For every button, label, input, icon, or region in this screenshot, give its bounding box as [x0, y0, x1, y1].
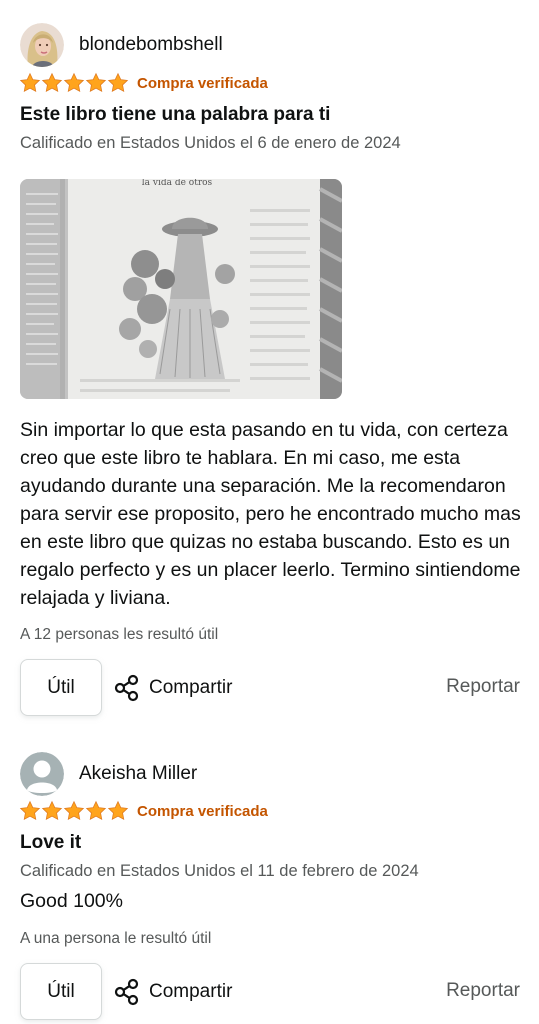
report-link[interactable]: Reportar	[446, 980, 520, 1002]
helpful-button[interactable]: Útil	[20, 963, 102, 1020]
helpful-count: A una persona le resultó útil	[20, 930, 212, 947]
report-link[interactable]: Reportar	[446, 676, 520, 698]
verified-purchase-badge[interactable]: Compra verificada	[137, 75, 268, 92]
star-rating	[19, 72, 129, 94]
star-icon	[85, 800, 107, 822]
share-icon	[113, 674, 141, 702]
star-icon	[41, 800, 63, 822]
reviewer-name[interactable]: blondebombshell	[79, 34, 223, 56]
review-actions: Útil Compartir Reportar	[0, 659, 539, 717]
star-icon	[41, 72, 63, 94]
share-label: Compartir	[149, 677, 233, 698]
helpful-button[interactable]: Útil	[20, 659, 102, 716]
review-author[interactable]: blondebombshell	[20, 23, 223, 67]
star-icon	[63, 72, 85, 94]
review-date: Calificado en Estados Unidos el 6 de ene…	[20, 134, 401, 152]
review-actions: Útil Compartir Reportar	[0, 963, 539, 1021]
review-author[interactable]: Akeisha Miller	[20, 752, 197, 796]
review-title: Love it	[20, 832, 82, 853]
star-icon	[107, 800, 129, 822]
verified-purchase-badge[interactable]: Compra verificada	[137, 803, 268, 820]
helpful-count: A 12 personas les resultó útil	[20, 626, 219, 643]
share-icon	[113, 978, 141, 1006]
review-photo[interactable]: la vida de otros	[20, 179, 342, 399]
rating-row: Compra verificada	[19, 70, 268, 96]
share-label: Compartir	[149, 981, 233, 1002]
star-icon	[85, 72, 107, 94]
review-title: Este libro tiene una palabra para ti	[20, 104, 331, 125]
photo-caption: la vida de otros	[142, 179, 213, 188]
avatar[interactable]	[20, 23, 64, 67]
rating-row: Compra verificada	[19, 798, 268, 824]
review-date: Calificado en Estados Unidos el 11 de fe…	[20, 862, 419, 880]
star-rating	[19, 800, 129, 822]
star-icon	[19, 800, 41, 822]
review-body: Sin importar lo que esta pasando en tu v…	[20, 419, 521, 609]
review-body: Good 100%	[20, 890, 123, 912]
star-icon	[63, 800, 85, 822]
avatar[interactable]	[20, 752, 64, 796]
star-icon	[107, 72, 129, 94]
reviewer-name[interactable]: Akeisha Miller	[79, 763, 197, 785]
star-icon	[19, 72, 41, 94]
share-button[interactable]: Compartir	[113, 977, 232, 1007]
share-button[interactable]: Compartir	[113, 673, 232, 703]
user-silhouette-icon	[20, 752, 64, 796]
